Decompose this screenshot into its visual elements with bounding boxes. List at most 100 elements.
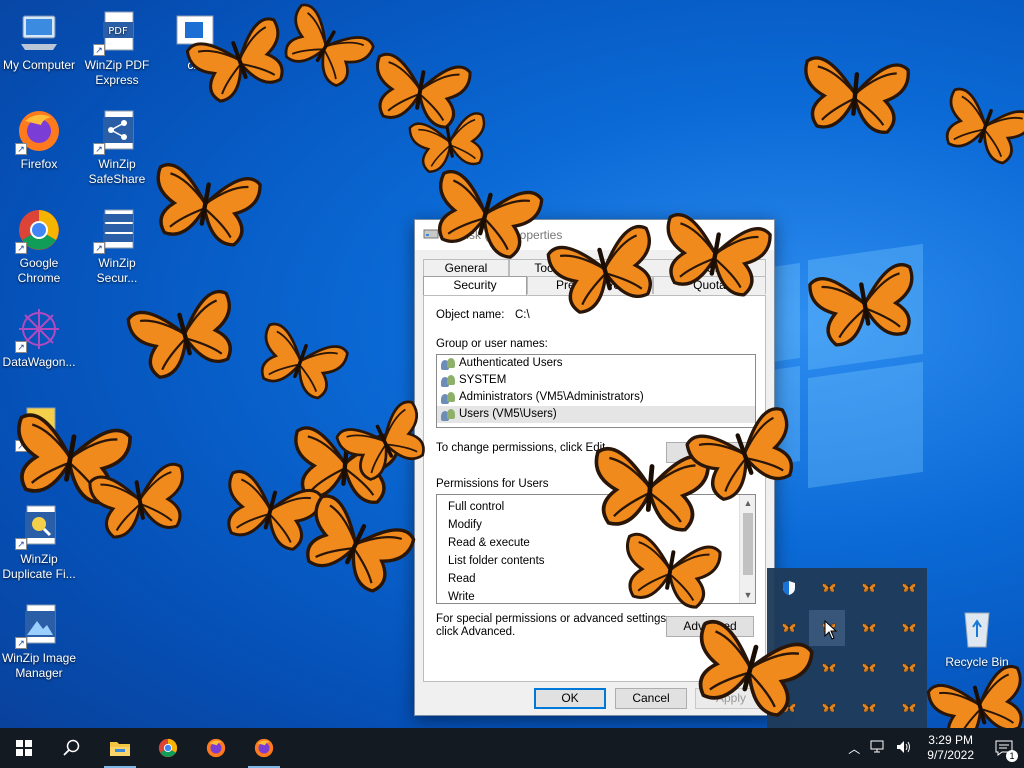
desktop-icon-winzip-secure[interactable]: ↗ WinZip Secur... bbox=[78, 206, 156, 286]
shortcut-arrow-icon: ↗ bbox=[15, 341, 27, 353]
desktop-icon-label: WinZip Image Manager bbox=[1, 651, 77, 680]
desktop-icon-label: Google Chrome bbox=[17, 256, 61, 285]
tray-butterfly-icon[interactable] bbox=[891, 690, 927, 726]
user-list-item[interactable]: Administrators (VM5\Administrators) bbox=[437, 389, 755, 406]
desktop-icon-label: WinZip Secur... bbox=[96, 256, 138, 285]
desktop-icon-winzip-safeshare[interactable]: ↗ WinZip SafeShare bbox=[78, 107, 156, 187]
butterfly-icon bbox=[143, 151, 267, 260]
user-group-icon bbox=[441, 357, 455, 370]
system-tray: ︿ 3:29 PM 9/7/2022 1 bbox=[843, 728, 1024, 768]
shortcut-arrow-icon: ↗ bbox=[93, 44, 105, 56]
user-list-item[interactable]: SYSTEM bbox=[437, 372, 755, 389]
action-center-button[interactable]: 1 bbox=[984, 728, 1024, 768]
special-permissions-hint: For special permissions or advanced sett… bbox=[436, 613, 670, 625]
volume-icon[interactable] bbox=[891, 740, 917, 757]
desktop-icon-label: WinZip SafeShare bbox=[88, 157, 146, 186]
user-group-icon bbox=[441, 408, 455, 421]
shortcut-arrow-icon: ↗ bbox=[15, 242, 27, 254]
firefox-icon bbox=[254, 738, 274, 758]
taskbar-firefox-2[interactable] bbox=[240, 728, 288, 768]
tray-butterfly-icon[interactable] bbox=[811, 690, 847, 726]
tray-butterfly-icon[interactable] bbox=[811, 570, 847, 606]
user-group-icon bbox=[441, 374, 455, 387]
shortcut-arrow-icon: ↗ bbox=[93, 242, 105, 254]
butterfly-icon bbox=[930, 77, 1024, 178]
shortcut-arrow-icon: ↗ bbox=[93, 143, 105, 155]
ok-button[interactable]: OK bbox=[534, 688, 606, 709]
clock-time: 3:29 PM bbox=[928, 733, 973, 747]
desktop-icon-label: DataWagon... bbox=[2, 355, 76, 369]
pdf-badge-text: PDF bbox=[108, 26, 128, 37]
permissions-scrollbar[interactable]: ▲ ▼ bbox=[739, 495, 755, 603]
taskbar-clock[interactable]: 3:29 PM 9/7/2022 bbox=[917, 733, 984, 763]
tray-butterfly-icon[interactable] bbox=[851, 610, 887, 646]
shortcut-arrow-icon: ↗ bbox=[15, 637, 27, 649]
special-permissions-hint-line2: click Advanced. bbox=[436, 626, 516, 638]
user-name: Authenticated Users bbox=[459, 357, 563, 369]
shortcut-arrow-icon: ↗ bbox=[15, 143, 27, 155]
desktop-icon-google-chrome[interactable]: ↗ Google Chrome bbox=[0, 206, 78, 286]
taskbar-file-explorer[interactable] bbox=[96, 728, 144, 768]
firefox-icon: ↗ bbox=[15, 107, 63, 155]
butterfly-icon bbox=[120, 277, 250, 393]
winzip-secure-icon: ↗ bbox=[93, 206, 141, 254]
desktop-icon-datawagon[interactable]: ↗ DataWagon... bbox=[0, 305, 78, 370]
object-name-label: Object name: bbox=[436, 309, 505, 321]
windows-start-icon bbox=[16, 740, 32, 756]
user-group-icon bbox=[441, 391, 455, 404]
tray-butterfly-icon[interactable] bbox=[891, 570, 927, 606]
start-button[interactable] bbox=[0, 728, 48, 768]
user-list-item[interactable]: Authenticated Users bbox=[437, 355, 755, 372]
security-shield-icon[interactable] bbox=[771, 570, 807, 606]
datawagon-icon: ↗ bbox=[15, 305, 63, 353]
taskbar-chrome[interactable] bbox=[144, 728, 192, 768]
tab-security[interactable]: Security bbox=[423, 276, 527, 296]
desktop-icon-label: My Computer bbox=[2, 58, 76, 72]
winzip-safeshare-icon: ↗ bbox=[93, 107, 141, 155]
butterfly-icon bbox=[653, 201, 777, 310]
winzip-image-icon: ↗ bbox=[15, 601, 63, 649]
scroll-thumb[interactable] bbox=[743, 513, 753, 575]
butterfly-icon bbox=[84, 452, 197, 551]
desktop-icon-label: WinZip PDF Express bbox=[84, 58, 150, 87]
chrome-icon bbox=[158, 738, 178, 758]
desktop-icon-label: Firefox bbox=[20, 157, 58, 171]
desktop-icon-firefox[interactable]: ↗ Firefox bbox=[0, 107, 78, 172]
desktop-icon-winzip-pdf-express[interactable]: PDF ↗ WinZip PDF Express bbox=[78, 8, 156, 88]
change-permissions-hint: To change permissions, click Edit. bbox=[436, 442, 609, 454]
winzip-pdf-icon: PDF ↗ bbox=[93, 8, 141, 56]
tray-butterfly-icon[interactable] bbox=[891, 610, 927, 646]
object-name-value: C:\ bbox=[515, 309, 530, 321]
clock-date: 9/7/2022 bbox=[927, 748, 974, 762]
desktop-icon-my-computer[interactable]: My Computer bbox=[0, 8, 78, 73]
chevron-up-icon[interactable]: ︿ bbox=[843, 740, 865, 757]
notification-count-badge: 1 bbox=[1006, 750, 1018, 762]
network-icon[interactable] bbox=[865, 740, 891, 757]
desktop-icon-winzip-image-manager[interactable]: ↗ WinZip Image Manager bbox=[0, 601, 78, 681]
butterfly-icon bbox=[245, 312, 355, 413]
file-explorer-icon bbox=[110, 742, 130, 756]
permissions-for-label: Permissions for Users bbox=[436, 478, 549, 490]
mouse-cursor-icon bbox=[824, 619, 838, 643]
tray-butterfly-icon[interactable] bbox=[851, 570, 887, 606]
shortcut-arrow-icon: ↗ bbox=[15, 538, 27, 550]
scroll-down-icon[interactable]: ▼ bbox=[740, 587, 756, 603]
computer-icon bbox=[15, 8, 63, 56]
taskbar: ︿ 3:29 PM 9/7/2022 1 bbox=[0, 728, 1024, 768]
user-name: SYSTEM bbox=[459, 374, 507, 386]
user-name: Users (VM5\Users) bbox=[459, 408, 557, 420]
butterfly-icon bbox=[803, 251, 927, 360]
search-button[interactable] bbox=[48, 728, 96, 768]
recycle-bin-icon bbox=[953, 603, 1001, 651]
winzip-duplicate-icon: ↗ bbox=[15, 502, 63, 550]
tray-butterfly-icon[interactable] bbox=[851, 650, 887, 686]
tray-butterfly-icon[interactable] bbox=[811, 650, 847, 686]
desktop-icon-winzip-duplicate[interactable]: ↗ WinZip Duplicate Fi... bbox=[0, 502, 78, 582]
firefox-icon bbox=[206, 738, 226, 758]
tray-butterfly-icon[interactable] bbox=[851, 690, 887, 726]
taskbar-firefox[interactable] bbox=[192, 728, 240, 768]
chrome-icon: ↗ bbox=[15, 206, 63, 254]
users-listbox[interactable]: Authenticated Users SYSTEM Administrator… bbox=[436, 354, 756, 428]
cancel-button[interactable]: Cancel bbox=[615, 688, 687, 709]
butterfly-icon bbox=[796, 45, 914, 145]
